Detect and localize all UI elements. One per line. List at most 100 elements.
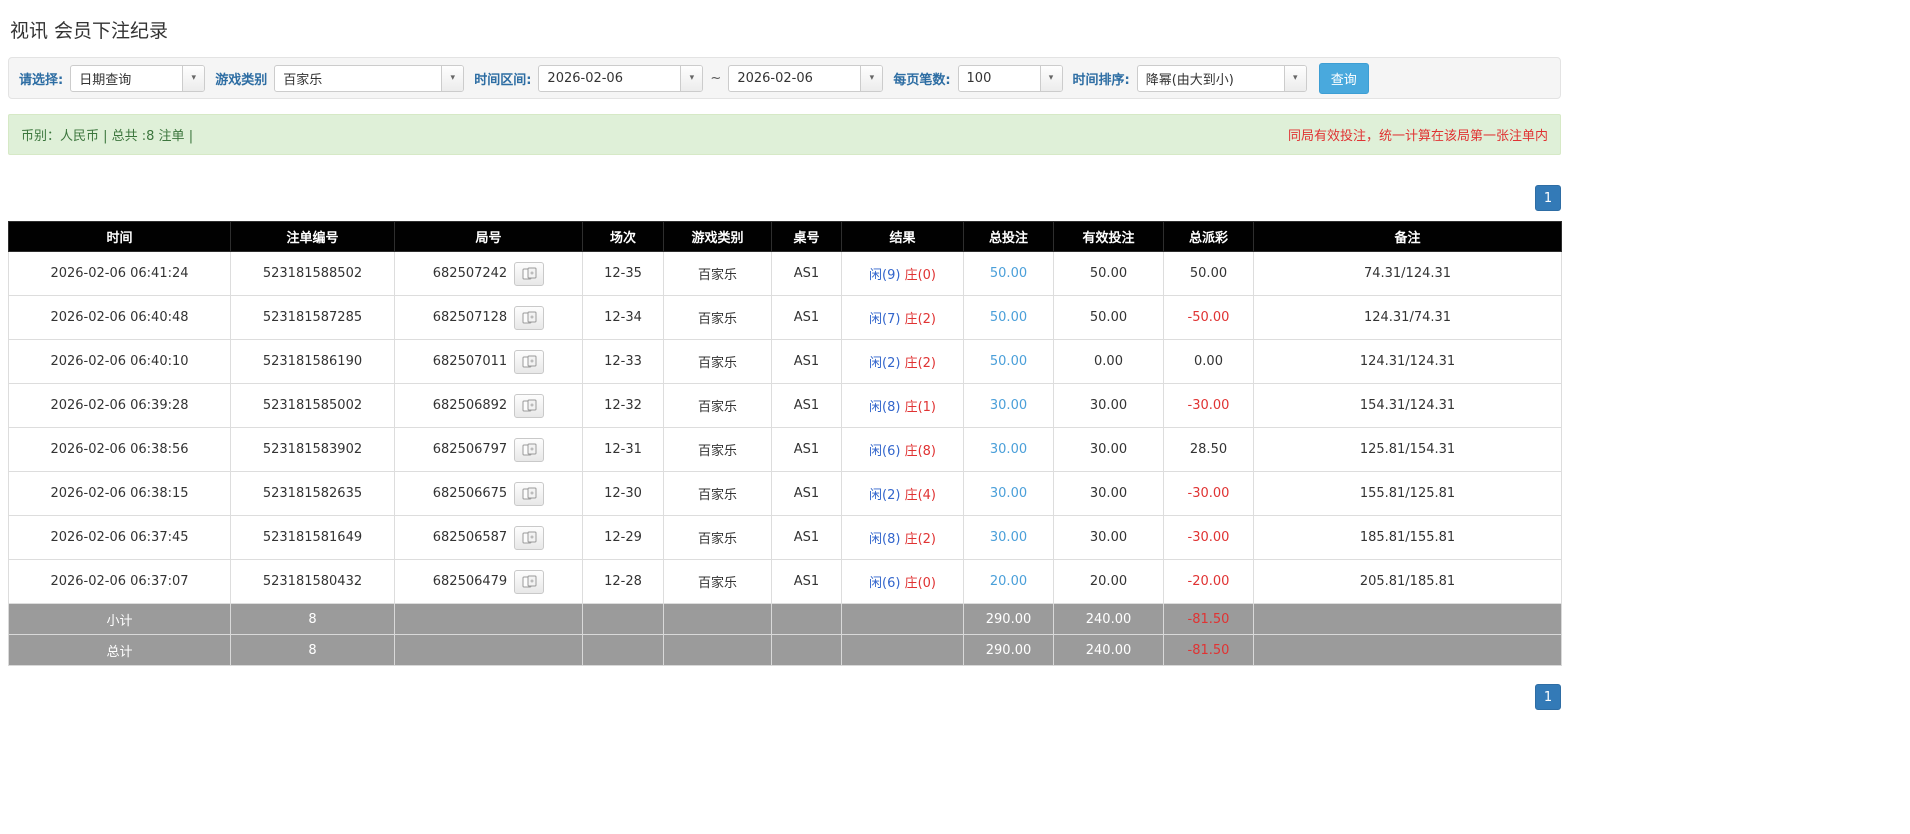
- page-1-button[interactable]: 1: [1535, 684, 1561, 710]
- payout-cell: -30.00: [1163, 383, 1254, 428]
- date-separator: ~: [710, 70, 722, 86]
- column-header: 总派彩: [1163, 221, 1254, 252]
- payout-cell: 0.00: [1163, 339, 1254, 384]
- game-type-value: 百家乐: [283, 72, 323, 88]
- view-cards-button[interactable]: [514, 437, 545, 462]
- result-cell: 闲(2) 庄(2): [841, 339, 964, 384]
- total-bet-link[interactable]: 30.00: [990, 530, 1027, 545]
- column-header: 游戏类别: [663, 221, 772, 252]
- total-bet-link[interactable]: 30.00: [990, 442, 1027, 457]
- page-1-button[interactable]: 1: [1535, 185, 1561, 211]
- total-empty-note: [1253, 634, 1562, 666]
- table-row: 2026-02-06 06:37:45 523181581649 6825065…: [8, 515, 1562, 560]
- table-no-cell: AS1: [771, 559, 842, 604]
- time-cell: 2026-02-06 06:38:15: [8, 471, 231, 516]
- round-cell: 682506797: [394, 427, 583, 472]
- subtotal-row: 小计 8 290.00 240.00 -81.50: [8, 603, 1562, 635]
- chevron-down-icon[interactable]: ▾: [1283, 65, 1306, 91]
- total-total-bet: 290.00: [963, 634, 1054, 666]
- note-cell: 124.31/74.31: [1253, 295, 1562, 340]
- chevron-down-icon[interactable]: ▾: [680, 65, 703, 91]
- game-type-dropdown[interactable]: 百家乐 ▾: [274, 64, 465, 92]
- time-cell: 2026-02-06 06:41:24: [8, 251, 231, 296]
- view-cards-button[interactable]: [514, 261, 545, 286]
- column-header: 备注: [1253, 221, 1562, 252]
- chevron-down-icon[interactable]: ▾: [441, 65, 464, 91]
- cards-icon: [522, 487, 537, 500]
- view-cards-button[interactable]: [514, 569, 545, 594]
- session-cell: 12-32: [582, 383, 664, 428]
- total-bet-link[interactable]: 20.00: [990, 574, 1027, 589]
- game-type-cell: 百家乐: [663, 471, 772, 516]
- subtotal-empty-round: [394, 603, 583, 635]
- payout-cell: -50.00: [1163, 295, 1254, 340]
- total-bet-cell: 50.00: [963, 339, 1054, 384]
- summary-bar: 币别：人民币 | 总共 :8 注单 | 同局有效投注，统一计算在该局第一张注单内: [8, 114, 1561, 155]
- cards-icon: [522, 267, 537, 280]
- chevron-down-icon[interactable]: ▾: [1039, 65, 1062, 91]
- round-id: 682506479: [432, 574, 508, 589]
- column-header: 时间: [8, 221, 231, 252]
- view-cards-button[interactable]: [514, 349, 545, 374]
- payout-cell: 28.50: [1163, 427, 1254, 472]
- round-wrap: 682507242: [433, 261, 545, 286]
- view-cards-button[interactable]: [514, 305, 545, 330]
- result-cell: 闲(2) 庄(4): [841, 471, 964, 516]
- result-player: 闲(2): [869, 356, 901, 371]
- chevron-down-icon[interactable]: ▾: [182, 65, 205, 91]
- table-no-cell: AS1: [771, 251, 842, 296]
- view-cards-button[interactable]: [514, 481, 545, 506]
- column-header: 有效投注: [1053, 221, 1164, 252]
- result-banker: 庄(0): [904, 268, 936, 283]
- result-player: 闲(6): [869, 576, 901, 591]
- session-cell: 12-28: [582, 559, 664, 604]
- total-bet-link[interactable]: 30.00: [990, 486, 1027, 501]
- cards-icon: [522, 311, 537, 324]
- page-size-dropdown[interactable]: 100 ▾: [957, 64, 1063, 92]
- date-from-dropdown[interactable]: 2026-02-06 ▾: [538, 64, 704, 92]
- query-type-dropdown[interactable]: 日期查询 ▾: [70, 64, 206, 92]
- game-type-cell: 百家乐: [663, 515, 772, 560]
- round-cell: 682507242: [394, 251, 583, 296]
- bet-id-cell: 523181585002: [230, 383, 395, 428]
- round-cell: 682506675: [394, 471, 583, 516]
- total-bet-cell: 50.00: [963, 251, 1054, 296]
- view-cards-button[interactable]: [514, 525, 545, 550]
- result-player: 闲(7): [869, 312, 901, 327]
- time-cell: 2026-02-06 06:37:45: [8, 515, 231, 560]
- total-bet-link[interactable]: 50.00: [990, 310, 1027, 325]
- total-empty-game: [663, 634, 772, 666]
- round-wrap: 682506797: [433, 437, 545, 462]
- search-button[interactable]: 查询: [1318, 62, 1369, 94]
- result-player: 闲(9): [869, 268, 901, 283]
- page-size-label: 每页笔数:: [893, 72, 951, 88]
- game-type-label: 游戏类别: [215, 72, 268, 88]
- date-to-dropdown[interactable]: 2026-02-06 ▾: [728, 64, 884, 92]
- total-bet-link[interactable]: 30.00: [990, 398, 1027, 413]
- subtotal-total-bet: 290.00: [963, 603, 1054, 635]
- total-bet-cell: 30.00: [963, 471, 1054, 516]
- total-bet-link[interactable]: 50.00: [990, 354, 1027, 369]
- round-id: 682506892: [432, 398, 508, 413]
- subtotal-empty-session: [582, 603, 664, 635]
- date-range-label: 时间区间:: [474, 72, 532, 88]
- total-bet-cell: 50.00: [963, 295, 1054, 340]
- valid-bet-cell: 50.00: [1053, 295, 1164, 340]
- bet-id-cell: 523181583902: [230, 427, 395, 472]
- column-header: 桌号: [771, 221, 842, 252]
- chevron-down-icon[interactable]: ▾: [860, 65, 883, 91]
- time-cell: 2026-02-06 06:40:48: [8, 295, 231, 340]
- note-cell: 154.31/124.31: [1253, 383, 1562, 428]
- total-bet-cell: 30.00: [963, 515, 1054, 560]
- note-cell: 205.81/185.81: [1253, 559, 1562, 604]
- view-cards-button[interactable]: [514, 393, 545, 418]
- subtotal-count: 8: [230, 603, 395, 635]
- session-cell: 12-34: [582, 295, 664, 340]
- valid-bet-cell: 50.00: [1053, 251, 1164, 296]
- table-row: 2026-02-06 06:38:56 523181583902 6825067…: [8, 427, 1562, 472]
- round-wrap: 682507128: [433, 305, 545, 330]
- sort-dropdown[interactable]: 降幂(由大到小) ▾: [1136, 64, 1307, 92]
- round-id: 682506587: [432, 530, 508, 545]
- total-bet-link[interactable]: 50.00: [990, 266, 1027, 281]
- sort-value: 降幂(由大到小): [1145, 72, 1234, 88]
